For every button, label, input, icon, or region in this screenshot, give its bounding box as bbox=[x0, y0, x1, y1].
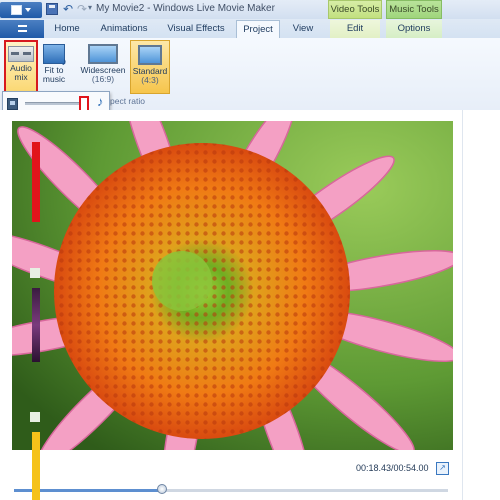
video-icon bbox=[7, 98, 18, 110]
ribbon-tabs: Home Animations Visual Effects Project V… bbox=[0, 19, 500, 39]
music-note-icon: ♪ bbox=[97, 94, 104, 109]
coneflower-image bbox=[12, 121, 453, 450]
title-bar: ↶ ↷ ▾ My Movie2 - Windows Live Movie Mak… bbox=[0, 0, 500, 19]
widescreen-icon bbox=[88, 44, 118, 64]
context-tab-music-tools: Music Tools bbox=[386, 0, 442, 19]
fit-to-music-label-2: music bbox=[42, 74, 66, 84]
expand-icon[interactable]: ↗ bbox=[436, 462, 449, 475]
standard-button[interactable]: Standard (4:3) bbox=[130, 40, 170, 94]
aspect-ratio-group-label: pect ratio bbox=[110, 96, 145, 106]
tab-project[interactable]: Project bbox=[236, 20, 280, 38]
storyboard-separator bbox=[30, 412, 40, 422]
standard-label-2: (4:3) bbox=[141, 75, 159, 85]
menu-icon bbox=[17, 25, 27, 32]
undo-icon[interactable]: ↶ bbox=[62, 3, 74, 15]
tab-animations[interactable]: Animations bbox=[96, 20, 152, 38]
tab-options[interactable]: Options bbox=[386, 20, 442, 38]
fit-to-music-icon bbox=[43, 44, 67, 67]
file-menu-tab[interactable] bbox=[0, 20, 44, 38]
tab-visual-effects[interactable]: Visual Effects bbox=[164, 20, 228, 38]
standard-icon bbox=[138, 45, 162, 65]
fit-to-music-button[interactable]: Fit to music bbox=[38, 40, 70, 94]
audio-mix-icon bbox=[8, 46, 34, 62]
video-preview-image bbox=[12, 121, 453, 450]
audio-mix-button[interactable]: Audio mix bbox=[4, 40, 38, 94]
save-icon[interactable] bbox=[46, 3, 58, 15]
seek-thumb[interactable] bbox=[157, 484, 167, 494]
tab-home[interactable]: Home bbox=[50, 20, 84, 38]
tab-view[interactable]: View bbox=[288, 20, 318, 38]
redo-icon[interactable]: ↷ bbox=[76, 3, 88, 15]
storyboard-separator bbox=[30, 268, 40, 278]
dropdown-arrow-icon bbox=[25, 8, 31, 12]
app-menu-button[interactable] bbox=[0, 2, 42, 18]
storyboard-thumbnail[interactable] bbox=[32, 432, 40, 500]
audio-mix-label-2: mix bbox=[14, 72, 28, 82]
context-tab-video-tools: Video Tools bbox=[328, 0, 382, 19]
storyboard-thumbnail[interactable] bbox=[32, 142, 40, 222]
widescreen-button[interactable]: Widescreen (16:9) bbox=[78, 40, 128, 94]
document-icon bbox=[11, 5, 22, 15]
window-title: My Movie2 - Windows Live Movie Maker bbox=[96, 3, 275, 14]
widescreen-label-2: (16:9) bbox=[91, 74, 115, 84]
storyboard-strip bbox=[462, 110, 500, 500]
seek-bar[interactable] bbox=[14, 489, 448, 492]
time-readout: 00:18.43/00:54.00 bbox=[356, 463, 429, 473]
storyboard-thumbnail[interactable] bbox=[32, 288, 40, 362]
tab-edit[interactable]: Edit bbox=[330, 20, 380, 38]
